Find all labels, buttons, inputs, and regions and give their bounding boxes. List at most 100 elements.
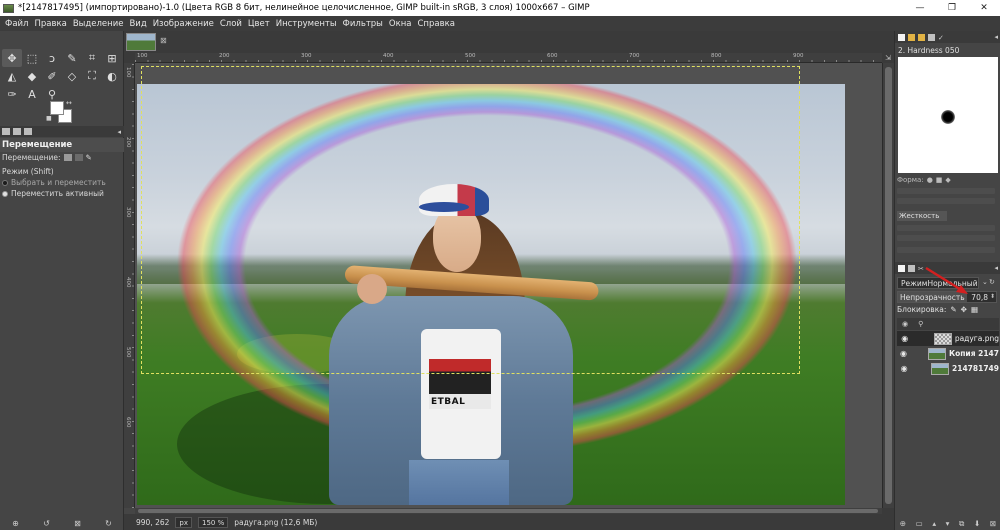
layer-name[interactable]: радуга.png (955, 334, 999, 343)
eraser-icon[interactable]: ◇ (62, 67, 82, 85)
maximize-button[interactable]: ❐ (936, 0, 968, 16)
swap-colors-icon[interactable]: ↔ (66, 99, 72, 107)
paths-tab-icon[interactable]: ✂ (918, 265, 925, 273)
mode-reset-icon[interactable]: ↻ (989, 278, 995, 286)
paintbrush-icon[interactable]: ✐ (42, 67, 62, 85)
menu-item-5[interactable]: Слой (217, 19, 245, 29)
menu-item-9[interactable]: Окна (386, 19, 415, 29)
eye-icon[interactable]: ◉ (897, 364, 911, 373)
save-preset-icon[interactable]: ⊕ (12, 519, 19, 528)
move-layer-icon[interactable] (63, 154, 72, 161)
ruler-corner[interactable] (124, 53, 135, 63)
menu-item-0[interactable]: Файл (2, 19, 31, 29)
delete-layer-icon[interactable]: ⊠ (990, 519, 996, 528)
option-pick-and-move[interactable]: Выбрать и переместить (0, 177, 124, 188)
brush-preview[interactable] (898, 57, 998, 173)
undo-history-tab-icon[interactable] (24, 128, 32, 135)
layer-thumbnail (927, 347, 946, 360)
lock-pixels-icon[interactable]: ✎ (950, 305, 956, 314)
unit-select[interactable]: px (175, 516, 192, 528)
ruler-label: 400 (383, 53, 394, 59)
opacity-spin-icon[interactable]: ⬍ (990, 291, 995, 302)
smudge-icon[interactable]: ◐ (102, 67, 122, 85)
radio-icon[interactable] (2, 179, 8, 186)
rect-select-icon[interactable]: ⬚ (22, 49, 42, 67)
menu-item-10[interactable]: Справка (414, 19, 457, 29)
fonts-tab-icon[interactable] (918, 33, 925, 41)
image-tab-thumbnail[interactable] (126, 33, 156, 51)
layer-name[interactable]: Копия 2147 (949, 349, 999, 358)
option-move-active[interactable]: Переместить активный (0, 188, 124, 199)
tool-options-tabs: ◂ (0, 126, 124, 137)
vertical-scrollbar[interactable] (882, 63, 894, 508)
channels-tab-icon[interactable] (908, 264, 915, 272)
warp-icon[interactable]: ◭ (2, 67, 22, 85)
zoom-select[interactable]: 150 % (198, 516, 229, 528)
restore-preset-icon[interactable]: ↺ (43, 519, 50, 528)
foreground-color[interactable] (50, 101, 64, 115)
paths-icon[interactable]: ✑ (2, 85, 22, 103)
color-swatches[interactable]: ↔ ■ (46, 99, 74, 125)
menu-item-7[interactable]: Инструменты (273, 19, 340, 29)
close-button[interactable]: ✕ (968, 0, 1000, 16)
new-group-icon[interactable]: ▭ (916, 519, 923, 528)
reset-options-icon[interactable]: ↻ (105, 519, 112, 528)
lock-position-icon[interactable]: ✥ (961, 305, 967, 314)
minimize-button[interactable]: — (904, 0, 936, 16)
ruler-vertical[interactable]: 100 200 300 400 500 600 (124, 63, 135, 508)
quick-mask-toggle-icon[interactable]: ⇲ (882, 53, 894, 63)
lock-alpha-icon[interactable]: ▦ (971, 305, 978, 314)
patterns-tab-icon[interactable] (908, 33, 915, 41)
clone-icon[interactable]: ⛶ (82, 67, 102, 85)
layer-row[interactable]: ◉ радуга.png (897, 331, 999, 346)
menu-item-3[interactable]: Вид (126, 19, 149, 29)
menu-item-1[interactable]: Правка (31, 19, 69, 29)
crop-icon[interactable]: ⌗ (82, 49, 102, 67)
reset-colors-icon[interactable]: ■ (46, 115, 52, 122)
brushes-tab-icon[interactable] (898, 33, 905, 41)
move-tool-icon[interactable]: ✥ (2, 49, 22, 67)
image-canvas[interactable]: ETBAL (135, 63, 882, 508)
shape-square-icon[interactable]: ■ (936, 176, 943, 184)
transform-icon[interactable]: ⊞ (102, 49, 122, 67)
radio-selected-icon[interactable] (2, 190, 8, 197)
tool-options-tab-icon[interactable] (2, 128, 10, 135)
menu-item-4[interactable]: Изображение (150, 19, 217, 29)
eye-icon[interactable]: ◉ (897, 334, 913, 343)
menu-item-6[interactable]: Цвет (245, 19, 273, 29)
text-tool-icon[interactable]: A (22, 85, 42, 103)
opacity-slider[interactable]: Непрозрачность 70,8 ⬍ (897, 291, 997, 303)
shape-diamond-icon[interactable]: ◆ (945, 176, 950, 184)
hardness-field[interactable]: Жесткость (897, 211, 947, 221)
anchor-layer-icon[interactable]: ⬇ (974, 519, 980, 528)
move-path-icon[interactable]: ✎ (86, 153, 92, 162)
shape-circle-icon[interactable]: ● (927, 176, 933, 184)
device-status-tab-icon[interactable] (13, 128, 21, 135)
tab-menu-icon[interactable]: ◂ (117, 128, 121, 136)
delete-preset-icon[interactable]: ⊠ (74, 519, 81, 528)
opacity-value: 70,8 (971, 293, 988, 302)
tab-menu-icon[interactable]: ◂ (994, 264, 998, 272)
lower-layer-icon[interactable]: ▾ (946, 519, 950, 528)
ruler-horizontal[interactable]: 100 200 300 400 500 600 700 800 900 (135, 53, 882, 63)
mode-dropdown-icon[interactable]: ⌄ (982, 278, 988, 286)
eye-icon[interactable]: ◉ (897, 349, 910, 358)
duplicate-layer-icon[interactable]: ⧉ (959, 519, 964, 529)
menu-item-8[interactable]: Фильтры (340, 19, 386, 29)
layers-tab-icon[interactable] (898, 264, 905, 272)
layer-mode-select[interactable]: РежимНормальный (897, 277, 979, 289)
new-layer-icon[interactable]: ⊕ (900, 519, 906, 528)
menu-item-2[interactable]: Выделение (70, 19, 127, 29)
raise-layer-icon[interactable]: ▴ (932, 519, 936, 528)
gradients-tab-icon[interactable] (928, 33, 935, 41)
paint-dynamics-tab-icon[interactable]: ✓ (938, 34, 945, 42)
layer-name[interactable]: 214781749 (952, 364, 999, 373)
bucket-fill-icon[interactable]: ◆ (22, 67, 42, 85)
layer-row[interactable]: ◉ Копия 2147 (897, 346, 999, 361)
close-tab-icon[interactable]: ⊠ (160, 36, 167, 45)
tab-menu-icon[interactable]: ◂ (994, 33, 998, 41)
fuzzy-select-icon[interactable]: ✎ (62, 49, 82, 67)
layer-row[interactable]: ◉ 214781749 (897, 361, 999, 376)
move-selection-icon[interactable] (74, 154, 83, 161)
lasso-icon[interactable]: ↄ (42, 49, 62, 67)
